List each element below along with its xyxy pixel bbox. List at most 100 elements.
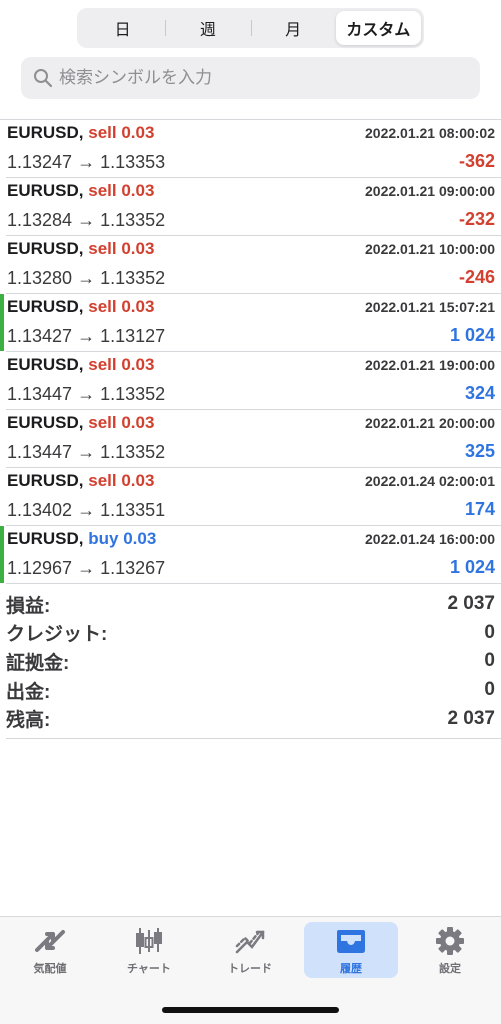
trade-header: EURUSD, sell 0.03 [7, 355, 154, 375]
trade-header: EURUSD, sell 0.03 [7, 123, 154, 143]
trade-row[interactable]: EURUSD, sell 0.03 2022.01.21 19:00:00 1.… [6, 352, 501, 410]
trade-time: 2022.01.21 08:00:02 [365, 125, 495, 141]
search-bar[interactable] [21, 57, 480, 99]
quotes-icon [35, 930, 65, 952]
tab-chart[interactable]: チャート [102, 922, 196, 978]
trade-profit: 1 024 [449, 325, 495, 345]
close-price: 1.13352 [100, 268, 166, 288]
trade-symbol: EURUSD, [7, 413, 84, 432]
tab-settings[interactable]: 設定 [403, 922, 497, 978]
trade-symbol: EURUSD, [7, 123, 84, 142]
arrow-icon: → [77, 558, 96, 578]
trade-profit: 325 [464, 441, 495, 461]
trade-row[interactable]: EURUSD, sell 0.03 2022.01.21 20:00:00 1.… [6, 410, 501, 468]
trade-header: EURUSD, sell 0.03 [7, 297, 154, 317]
account-summary: 損益: 2 037 クレジット: 0 証拠金: 0 出金: 0 残高: 2 037 [6, 590, 501, 739]
open-price: 1.13280 [7, 268, 73, 288]
trade-row[interactable]: EURUSD, sell 0.03 2022.01.21 15:07:21 1.… [0, 294, 501, 352]
arrow-icon: → [77, 152, 96, 172]
trade-time: 2022.01.21 19:00:00 [365, 357, 495, 373]
trade-time: 2022.01.21 15:07:21 [365, 299, 495, 315]
open-price: 1.13247 [7, 152, 73, 172]
close-price: 1.13127 [100, 326, 166, 346]
tab-label: 履歴 [340, 963, 362, 975]
arrow-icon: → [77, 210, 96, 230]
summary-row-profit: 損益: 2 037 [6, 590, 501, 619]
search-input[interactable] [59, 68, 480, 88]
segment-custom[interactable]: カスタム [335, 11, 421, 45]
trade-prices: 1.13427 → 1.13127 [7, 326, 165, 347]
tab-label: 設定 [439, 963, 461, 975]
tab-history[interactable]: 履歴 [304, 922, 398, 978]
trade-side: sell 0.03 [88, 181, 155, 200]
summary-label: 出金: [6, 681, 51, 703]
open-price: 1.13427 [7, 326, 73, 346]
trade-side: buy 0.03 [88, 529, 157, 548]
trade-symbol: EURUSD, [7, 239, 84, 258]
trade-prices: 1.13284 → 1.13352 [7, 210, 165, 231]
tab-label: トレード [228, 963, 272, 975]
trade-row[interactable]: EURUSD, sell 0.03 2022.01.21 08:00:02 1.… [6, 120, 501, 178]
trade-history-list: EURUSD, sell 0.03 2022.01.21 08:00:02 1.… [0, 119, 501, 584]
summary-row-margin: 証拠金: 0 [6, 647, 501, 676]
trade-profit: -232 [458, 209, 495, 229]
search-icon [34, 69, 53, 88]
trade-side: sell 0.03 [88, 123, 155, 142]
arrow-icon: → [77, 326, 96, 346]
arrow-icon: → [77, 384, 96, 404]
summary-value: 0 [484, 650, 495, 672]
trade-time: 2022.01.24 02:00:01 [365, 473, 495, 489]
trade-header: EURUSD, sell 0.03 [7, 471, 154, 491]
gear-icon [436, 927, 464, 955]
summary-value: 2 037 [447, 707, 495, 729]
trade-symbol: EURUSD, [7, 471, 84, 490]
open-price: 1.12967 [7, 558, 73, 578]
close-price: 1.13351 [100, 500, 166, 520]
open-price: 1.13402 [7, 500, 73, 520]
trade-prices: 1.12967 → 1.13267 [7, 558, 165, 579]
candlestick-chart-icon [136, 928, 162, 954]
summary-value: 0 [484, 679, 495, 701]
trade-row[interactable]: EURUSD, buy 0.03 2022.01.24 16:00:00 1.1… [0, 526, 501, 584]
tab-trade[interactable]: トレード [203, 922, 297, 978]
trade-row[interactable]: EURUSD, sell 0.03 2022.01.24 02:00:01 1.… [6, 468, 501, 526]
trade-header: EURUSD, sell 0.03 [7, 413, 154, 433]
close-price: 1.13352 [100, 384, 166, 404]
trade-profit: -362 [458, 151, 495, 171]
trade-side: sell 0.03 [88, 355, 155, 374]
trade-side: sell 0.03 [88, 471, 155, 490]
trade-header: EURUSD, sell 0.03 [7, 239, 154, 259]
tab-quotes[interactable]: 気配値 [3, 922, 97, 978]
trade-side: sell 0.03 [88, 239, 155, 258]
open-price: 1.13447 [7, 442, 73, 462]
arrow-icon: → [77, 442, 96, 462]
summary-value: 0 [484, 621, 495, 643]
close-price: 1.13353 [100, 152, 166, 172]
summary-row-withdrawal: 出金: 0 [6, 676, 501, 705]
open-price: 1.13284 [7, 210, 73, 230]
trade-prices: 1.13447 → 1.13352 [7, 384, 165, 405]
period-segmented-control: 日 週 月 カスタム [77, 8, 424, 48]
trade-time: 2022.01.21 10:00:00 [365, 241, 495, 257]
trade-profit: 324 [464, 383, 495, 403]
segment-month[interactable]: 月 [250, 11, 336, 45]
tab-label: 気配値 [33, 963, 67, 975]
tab-label: チャート [127, 963, 171, 975]
close-price: 1.13267 [100, 558, 166, 578]
trade-row[interactable]: EURUSD, sell 0.03 2022.01.21 10:00:00 1.… [6, 236, 501, 294]
close-price: 1.13352 [100, 210, 166, 230]
trade-icon [235, 930, 265, 954]
trade-time: 2022.01.21 09:00:00 [365, 183, 495, 199]
trade-row[interactable]: EURUSD, sell 0.03 2022.01.21 09:00:00 1.… [6, 178, 501, 236]
trade-symbol: EURUSD, [7, 529, 84, 548]
trade-side: sell 0.03 [88, 297, 155, 316]
segment-week[interactable]: 週 [165, 11, 250, 45]
home-indicator [162, 1007, 339, 1013]
summary-label: 証拠金: [6, 652, 70, 674]
trade-prices: 1.13402 → 1.13351 [7, 500, 165, 521]
segment-day[interactable]: 日 [80, 11, 165, 45]
trade-time: 2022.01.24 16:00:00 [365, 531, 495, 547]
open-price: 1.13447 [7, 384, 73, 404]
trade-prices: 1.13280 → 1.13352 [7, 268, 165, 289]
summary-row-balance: 残高: 2 037 [6, 704, 501, 733]
